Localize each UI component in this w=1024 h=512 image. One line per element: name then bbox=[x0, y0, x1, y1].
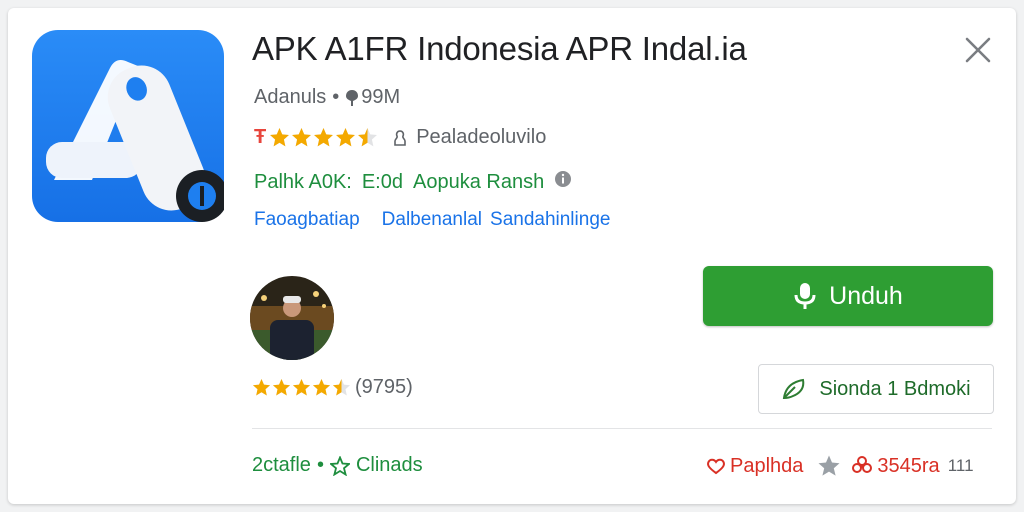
secondary-button[interactable]: Sionda 1 Bdmoki bbox=[758, 364, 994, 414]
meta-row: Adanuls • 99M bbox=[254, 86, 400, 109]
star-icon bbox=[336, 128, 356, 147]
heart-icon bbox=[706, 457, 726, 475]
star-icon bbox=[272, 378, 291, 396]
link-2[interactable]: Dalbenanlal bbox=[382, 209, 482, 231]
footer-left-sub[interactable]: Clinads bbox=[356, 454, 423, 477]
info-item-1: Palhk A0K: bbox=[254, 170, 352, 193]
footer-right-num: 111 bbox=[947, 456, 974, 475]
star-icon bbox=[270, 128, 290, 147]
info-icon[interactable] bbox=[554, 170, 572, 194]
footer-left-label[interactable]: 2ctafle bbox=[252, 454, 311, 477]
mic-icon bbox=[793, 281, 817, 311]
app-logo-icon[interactable] bbox=[32, 30, 228, 222]
footer-left: 2ctafle • Clinads bbox=[252, 454, 423, 477]
info-row: Palhk A0K: E:0d Aopuka Ransh bbox=[254, 170, 572, 194]
person-icon bbox=[392, 129, 408, 147]
links-row: Faoagbatiap Dalbenanlal Sandahinlinge bbox=[254, 209, 610, 231]
star-icon[interactable] bbox=[817, 454, 841, 478]
star-icon bbox=[358, 128, 378, 147]
meta-separator: • bbox=[332, 86, 340, 108]
info-item-3: Aopuka Ransh bbox=[413, 170, 545, 193]
rating-label: Pealadeoluvilo bbox=[416, 126, 547, 148]
star-icon bbox=[312, 378, 331, 396]
star-icon bbox=[314, 128, 334, 147]
footer-separator: • bbox=[316, 454, 324, 476]
star-icon bbox=[252, 378, 271, 396]
footer-right: Paplhda 3545ra 111 bbox=[706, 454, 974, 478]
link-3[interactable]: Sandahinlinge bbox=[490, 209, 610, 231]
avatar[interactable] bbox=[250, 276, 334, 360]
app-size: 99M bbox=[361, 86, 401, 108]
footer-right-count: 3545ra bbox=[877, 454, 940, 477]
star-icon bbox=[292, 378, 311, 396]
review-count: (9795) bbox=[355, 376, 413, 398]
app-title: APK A1FR Indonesia APR Indal.ia bbox=[252, 30, 747, 67]
download-size-icon bbox=[345, 89, 359, 107]
star-icon bbox=[332, 378, 351, 396]
flower-icon bbox=[851, 455, 873, 477]
info-item-2: E:0d bbox=[361, 170, 403, 193]
close-icon[interactable] bbox=[960, 32, 996, 68]
download-label: Unduh bbox=[829, 281, 903, 310]
download-button[interactable]: Unduh bbox=[703, 266, 993, 326]
review-rating: (9795) bbox=[252, 376, 413, 399]
rating-row: Ŧ Pealadeoluvilo bbox=[254, 126, 546, 149]
review-stars bbox=[252, 378, 351, 397]
footer-right-label[interactable]: Paplhda bbox=[730, 455, 803, 478]
rating-badge: Ŧ bbox=[254, 126, 267, 148]
rating-stars bbox=[269, 127, 378, 148]
leaf-icon bbox=[781, 377, 809, 401]
link-1[interactable]: Faoagbatiap bbox=[254, 209, 360, 231]
developer-name[interactable]: Adanuls bbox=[254, 86, 326, 109]
star-outline-icon bbox=[329, 455, 350, 476]
star-icon bbox=[292, 128, 312, 147]
divider bbox=[252, 428, 992, 429]
secondary-label: Sionda 1 Bdmoki bbox=[819, 377, 971, 400]
